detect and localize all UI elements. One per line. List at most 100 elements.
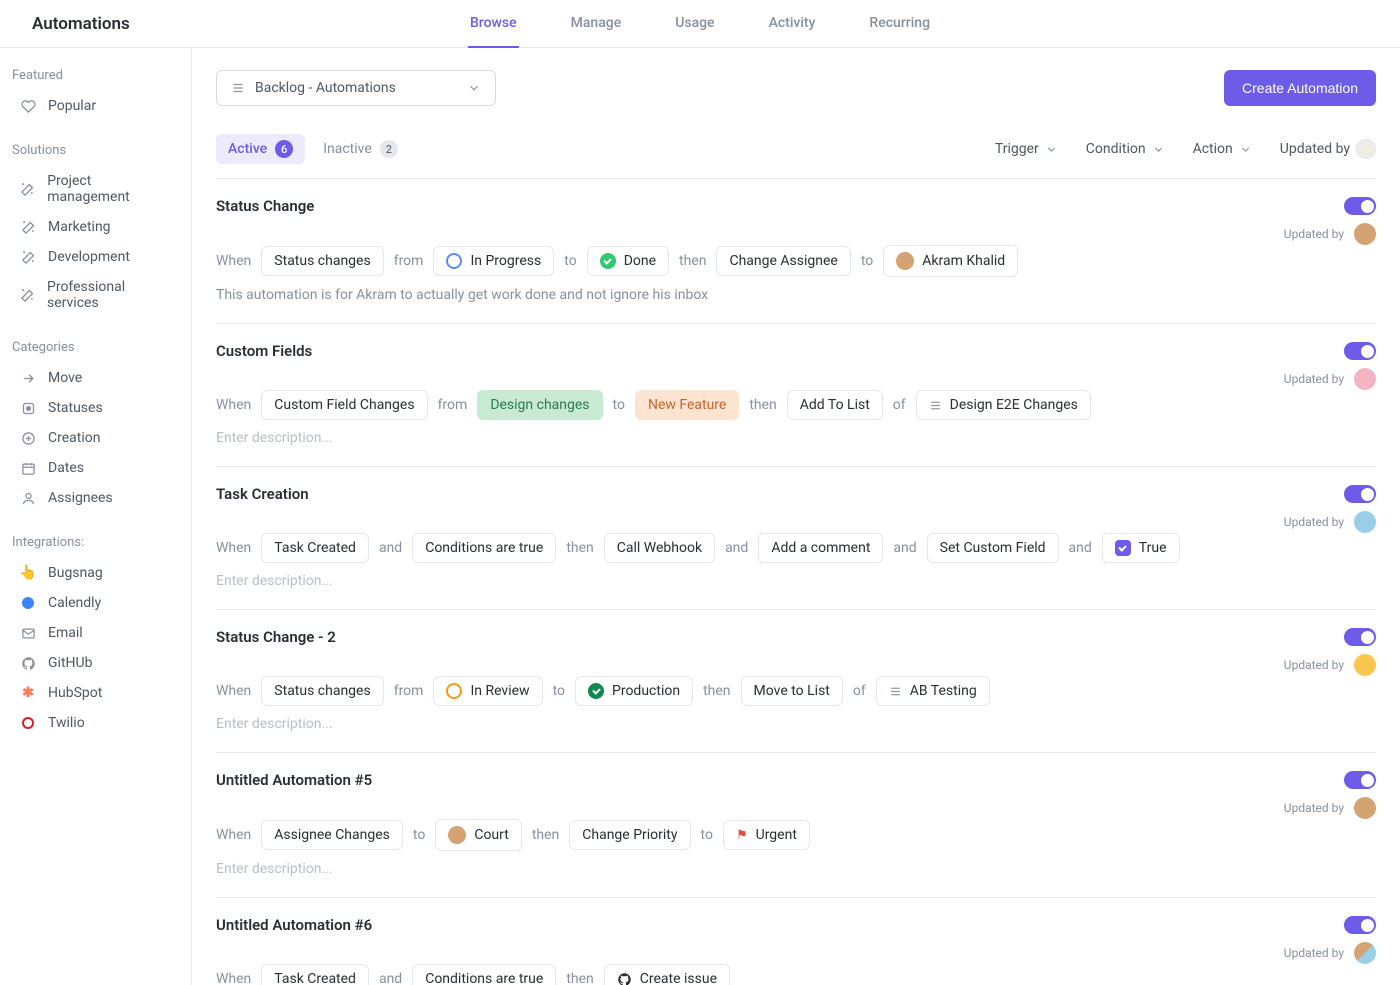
chip[interactable]: Assignee Changes bbox=[261, 820, 403, 850]
automation-description[interactable]: Enter description... bbox=[216, 716, 1376, 732]
keyword: to bbox=[564, 253, 576, 269]
sidebar-item-calendly[interactable]: Calendly bbox=[0, 588, 191, 618]
status-chip[interactable]: In Review bbox=[433, 676, 542, 706]
chip[interactable]: Task Created bbox=[261, 533, 369, 563]
status-chip[interactable]: In Progress bbox=[433, 246, 554, 276]
tag-chip[interactable]: New Feature bbox=[635, 390, 739, 420]
enable-toggle[interactable] bbox=[1344, 197, 1376, 215]
sidebar-item-creation[interactable]: Creation bbox=[0, 423, 191, 453]
header-tab-activity[interactable]: Activity bbox=[767, 0, 818, 48]
automation-item[interactable]: Status Change - 2Updated byWhenStatus ch… bbox=[216, 609, 1376, 752]
github-icon bbox=[20, 655, 36, 671]
sidebar-item-label: Professional services bbox=[47, 279, 171, 311]
chip[interactable]: Change Priority bbox=[569, 820, 690, 850]
sidebar-item-hubspot[interactable]: ✱HubSpot bbox=[0, 678, 191, 708]
automation-item[interactable]: Status ChangeUpdated byWhenStatus change… bbox=[216, 178, 1376, 323]
sidebar-item-label: Dates bbox=[48, 460, 84, 476]
filter-condition[interactable]: Condition bbox=[1086, 139, 1165, 159]
sidebar-item-marketing[interactable]: Marketing bbox=[0, 212, 191, 242]
sidebar-item-label: Email bbox=[48, 625, 83, 641]
calendly-icon bbox=[20, 595, 36, 611]
sidebar-item-twilio[interactable]: Twilio bbox=[0, 708, 191, 738]
automation-description[interactable]: Enter description... bbox=[216, 573, 1376, 589]
chip[interactable]: Change Assignee bbox=[716, 246, 850, 276]
tab-count: 6 bbox=[275, 140, 293, 158]
status-chip[interactable]: Production bbox=[575, 676, 693, 706]
automation-title: Task Creation bbox=[216, 485, 309, 503]
sidebar-item-statuses[interactable]: Statuses bbox=[0, 393, 191, 423]
user-chip[interactable]: Akram Khalid bbox=[883, 245, 1018, 277]
tab-active[interactable]: Active6 bbox=[216, 134, 305, 164]
chip[interactable]: Status changes bbox=[261, 246, 383, 276]
tab-count: 2 bbox=[380, 140, 398, 158]
sidebar-item-professional-services[interactable]: Professional services bbox=[0, 272, 191, 318]
filter-trigger[interactable]: Trigger bbox=[995, 139, 1058, 159]
updated-by-label: Updated by bbox=[1284, 227, 1344, 241]
chip[interactable]: Set Custom Field bbox=[927, 533, 1059, 563]
chip[interactable]: Call Webhook bbox=[604, 533, 715, 563]
wand-icon bbox=[20, 219, 36, 235]
github-chip[interactable]: Create issue bbox=[604, 964, 730, 985]
enable-toggle[interactable] bbox=[1344, 916, 1376, 934]
automation-description[interactable]: Enter description... bbox=[216, 430, 1376, 446]
enable-toggle[interactable] bbox=[1344, 485, 1376, 503]
bool-chip[interactable]: True bbox=[1102, 533, 1180, 563]
automation-item[interactable]: Task CreationUpdated byWhenTask Createda… bbox=[216, 466, 1376, 609]
updated-by-label: Updated by bbox=[1284, 946, 1344, 960]
filter-label: Trigger bbox=[995, 141, 1039, 157]
filter-action[interactable]: Action bbox=[1193, 139, 1252, 159]
chip[interactable]: Add a comment bbox=[758, 533, 883, 563]
list-chip[interactable]: AB Testing bbox=[876, 676, 990, 706]
header-tab-usage[interactable]: Usage bbox=[673, 0, 716, 48]
chip[interactable]: Conditions are true bbox=[412, 533, 556, 563]
header-tab-manage[interactable]: Manage bbox=[569, 0, 624, 48]
tag-chip[interactable]: Design changes bbox=[477, 390, 602, 420]
tab-inactive[interactable]: Inactive 2 bbox=[311, 134, 410, 164]
status-chip[interactable]: Done bbox=[587, 246, 669, 276]
header-tab-recurring[interactable]: Recurring bbox=[867, 0, 932, 48]
avatar bbox=[1354, 942, 1376, 964]
automation-item[interactable]: Untitled Automation #6Updated byWhenTask… bbox=[216, 897, 1376, 985]
toolbar: Backlog - Automations Create Automation bbox=[216, 70, 1376, 106]
scope-dropdown[interactable]: Backlog - Automations bbox=[216, 70, 496, 106]
sidebar-item-email[interactable]: Email bbox=[0, 618, 191, 648]
email-icon bbox=[20, 625, 36, 641]
sidebar-item-bugsnag[interactable]: 👆Bugsnag bbox=[0, 558, 191, 588]
sidebar-item-dates[interactable]: Dates bbox=[0, 453, 191, 483]
automation-description[interactable]: Enter description... bbox=[216, 861, 1376, 877]
priority-chip[interactable]: ⚑Urgent bbox=[723, 820, 810, 850]
sidebar-item-move[interactable]: Move bbox=[0, 363, 191, 393]
keyword: When bbox=[216, 397, 251, 413]
sidebar-item-label: Popular bbox=[48, 98, 96, 114]
chip[interactable]: Move to List bbox=[741, 676, 843, 706]
create-automation-button[interactable]: Create Automation bbox=[1224, 70, 1376, 106]
sidebar-item-assignees[interactable]: Assignees bbox=[0, 483, 191, 513]
token-row: WhenTask CreatedandConditions are trueth… bbox=[216, 533, 1376, 563]
wand-icon bbox=[20, 249, 36, 265]
sidebar-item-github[interactable]: GitHUb bbox=[0, 648, 191, 678]
sidebar-item-label: Assignees bbox=[48, 490, 113, 506]
chip[interactable]: Status changes bbox=[261, 676, 383, 706]
filters: Trigger Condition Action Updated by bbox=[995, 139, 1376, 159]
sidebar-item-project-management[interactable]: Project management bbox=[0, 166, 191, 212]
chip[interactable]: Add To List bbox=[787, 390, 883, 420]
chip[interactable]: Custom Field Changes bbox=[261, 390, 427, 420]
enable-toggle[interactable] bbox=[1344, 628, 1376, 646]
chip[interactable]: Conditions are true bbox=[412, 964, 556, 985]
tab-label: Inactive bbox=[323, 141, 372, 157]
header-tab-browse[interactable]: Browse bbox=[468, 0, 519, 48]
sidebar-item-development[interactable]: Development bbox=[0, 242, 191, 272]
automation-item[interactable]: Custom FieldsUpdated byWhenCustom Field … bbox=[216, 323, 1376, 466]
filter-updated-by[interactable]: Updated by bbox=[1280, 139, 1376, 159]
automation-description[interactable]: This automation is for Akram to actually… bbox=[216, 287, 1376, 303]
user-chip[interactable]: Court bbox=[435, 819, 521, 851]
chip[interactable]: Task Created bbox=[261, 964, 369, 985]
automation-item[interactable]: Untitled Automation #5Updated byWhenAssi… bbox=[216, 752, 1376, 897]
twilio-icon bbox=[20, 715, 36, 731]
chevron-down-icon bbox=[467, 81, 481, 95]
enable-toggle[interactable] bbox=[1344, 771, 1376, 789]
enable-toggle[interactable] bbox=[1344, 342, 1376, 360]
chevron-down-icon bbox=[1045, 143, 1058, 156]
list-chip[interactable]: Design E2E Changes bbox=[916, 390, 1091, 420]
sidebar-item-popular[interactable]: Popular bbox=[0, 91, 191, 121]
